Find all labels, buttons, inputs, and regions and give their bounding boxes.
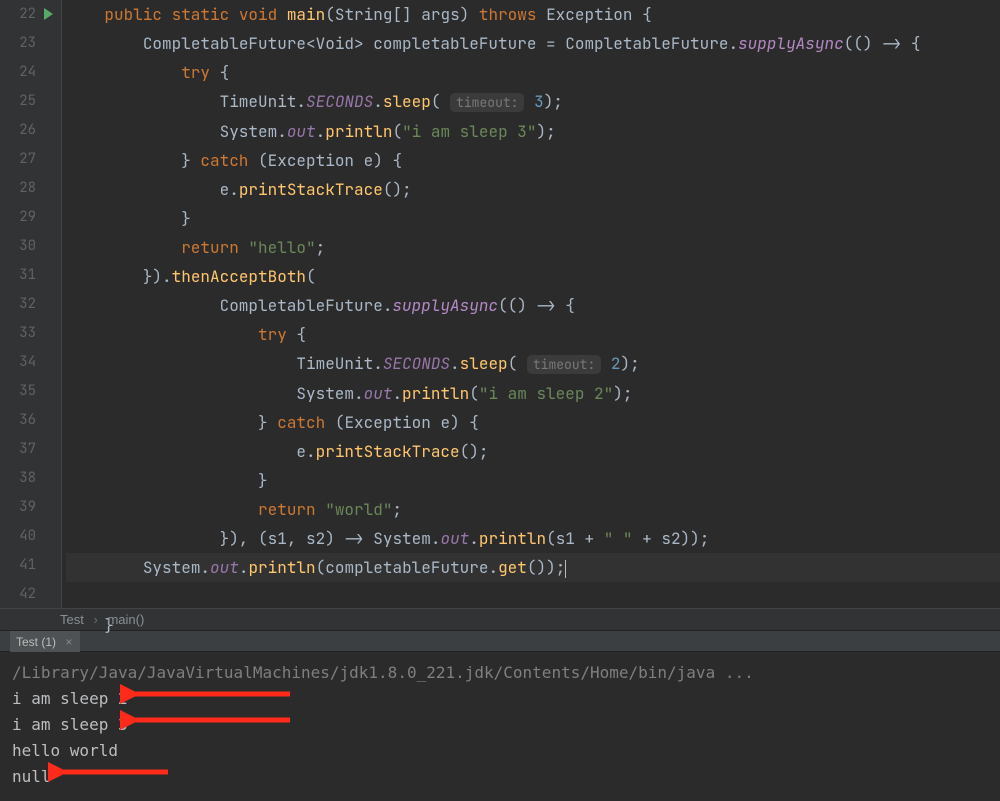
line-number: 31 bbox=[0, 261, 38, 290]
line-number: 23 bbox=[0, 29, 38, 58]
line-number: 33 bbox=[0, 319, 38, 348]
run-tab-label: Test (1) bbox=[16, 635, 56, 649]
code-line[interactable]: e.printStackTrace(); bbox=[66, 179, 412, 200]
line-number: 26 bbox=[0, 116, 38, 145]
close-icon[interactable]: × bbox=[65, 635, 72, 649]
code-line[interactable]: } bbox=[66, 470, 268, 491]
breadcrumb-method[interactable]: main() bbox=[107, 612, 144, 627]
breadcrumb-class[interactable]: Test bbox=[60, 612, 84, 627]
line-number: 22 bbox=[0, 0, 38, 29]
line-number: 36 bbox=[0, 406, 38, 435]
line-number: 40 bbox=[0, 522, 38, 551]
inlay-hint: timeout: bbox=[450, 93, 524, 112]
code-editor[interactable]: 2223242526272829303132333435363738394041… bbox=[0, 0, 1000, 608]
line-number: 34 bbox=[0, 348, 38, 377]
code-line[interactable]: return "hello"; bbox=[66, 237, 325, 258]
line-number: 41 bbox=[0, 551, 38, 580]
code-line[interactable]: TimeUnit.SECONDS.sleep( timeout: 3); bbox=[66, 91, 563, 112]
line-number: 42 bbox=[0, 580, 38, 609]
code-line[interactable]: try { bbox=[66, 324, 306, 345]
line-number: 38 bbox=[0, 464, 38, 493]
line-number: 25 bbox=[0, 87, 38, 116]
chevron-right-icon: › bbox=[93, 612, 97, 627]
code-line[interactable]: System.out.println("i am sleep 2"); bbox=[66, 383, 632, 404]
code-line[interactable]: System.out.println(completableFuture.get… bbox=[66, 553, 1000, 582]
run-gutter-icon[interactable] bbox=[44, 8, 53, 20]
code-line[interactable]: System.out.println("i am sleep 3"); bbox=[66, 121, 556, 142]
line-number: 30 bbox=[0, 232, 38, 261]
console-output-line: hello world bbox=[12, 738, 1000, 764]
run-console[interactable]: /Library/Java/JavaVirtualMachines/jdk1.8… bbox=[0, 652, 1000, 801]
code-area[interactable]: public static void main(String[] args) t… bbox=[62, 0, 1000, 608]
code-line[interactable]: } catch (Exception e) { bbox=[66, 150, 402, 171]
line-number-gutter: 2223242526272829303132333435363738394041… bbox=[0, 0, 38, 608]
code-line[interactable]: }), (s1, s2) -> System.out.println(s1 + … bbox=[66, 528, 709, 549]
code-line[interactable]: public static void main(String[] args) t… bbox=[66, 4, 652, 25]
line-number: 35 bbox=[0, 377, 38, 406]
line-number: 28 bbox=[0, 174, 38, 203]
console-output-line: i am sleep 3 bbox=[12, 712, 1000, 738]
line-number: 29 bbox=[0, 203, 38, 232]
code-line[interactable]: TimeUnit.SECONDS.sleep( timeout: 2); bbox=[66, 353, 640, 374]
console-output-line: null bbox=[12, 764, 1000, 790]
gutter-icon-strip bbox=[38, 0, 62, 608]
code-line[interactable]: try { bbox=[66, 62, 229, 83]
line-number: 27 bbox=[0, 145, 38, 174]
line-number: 37 bbox=[0, 435, 38, 464]
code-line[interactable]: } catch (Exception e) { bbox=[66, 412, 479, 433]
inlay-hint: timeout: bbox=[527, 355, 601, 374]
line-number: 39 bbox=[0, 493, 38, 522]
code-line[interactable]: e.printStackTrace(); bbox=[66, 441, 488, 462]
line-number: 24 bbox=[0, 58, 38, 87]
code-line[interactable]: CompletableFuture.supplyAsync(() -> { bbox=[66, 295, 575, 316]
console-output-line: i am sleep 2 bbox=[12, 686, 1000, 712]
text-caret bbox=[565, 560, 566, 578]
code-line[interactable]: }).thenAcceptBoth( bbox=[66, 266, 316, 287]
run-tab[interactable]: Test (1) × bbox=[10, 631, 80, 653]
console-command: /Library/Java/JavaVirtualMachines/jdk1.8… bbox=[12, 660, 1000, 686]
code-line[interactable]: return "world"; bbox=[66, 499, 402, 520]
code-line[interactable]: CompletableFuture<Void> completableFutur… bbox=[66, 33, 920, 54]
line-number: 32 bbox=[0, 290, 38, 319]
code-line[interactable]: } bbox=[66, 208, 191, 229]
